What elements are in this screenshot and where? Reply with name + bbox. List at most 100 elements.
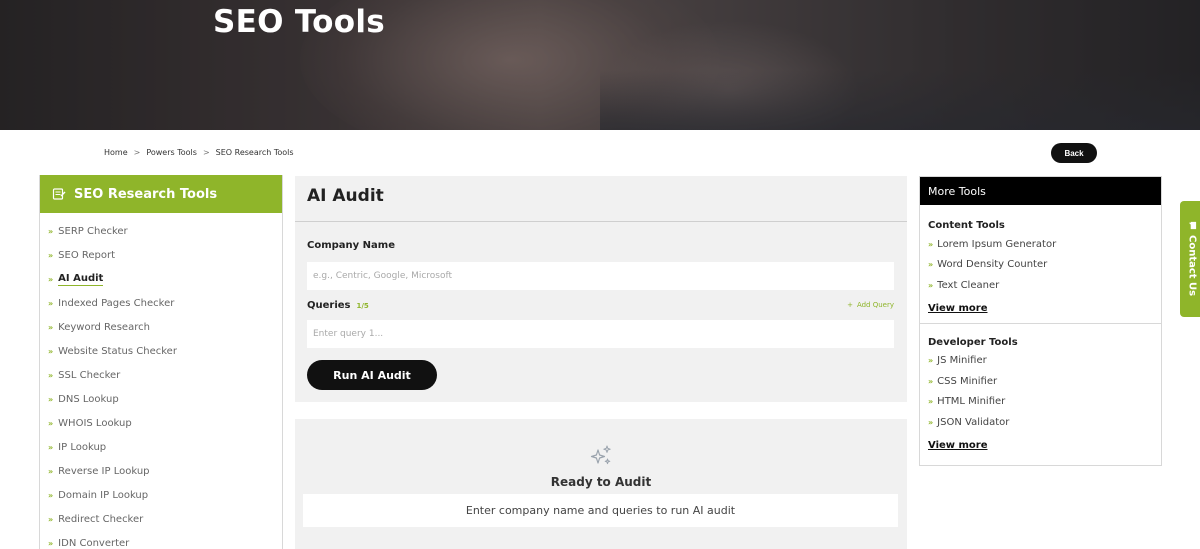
ready-title: Ready to Audit bbox=[550, 475, 652, 489]
sidebar-item-label: AI Audit bbox=[58, 272, 104, 286]
tool-link-label: Text Cleaner bbox=[937, 279, 1000, 291]
chevron-right-icon: » bbox=[928, 356, 934, 366]
view-more-content-tools-link[interactable]: View more bbox=[928, 303, 988, 314]
tool-link-label: JSON Validator bbox=[937, 416, 1010, 428]
sidebar-item-dns-lookup[interactable]: » DNS Lookup bbox=[40, 387, 282, 411]
sidebar-item-label: Website Status Checker bbox=[58, 345, 177, 357]
tool-link-css-minifier[interactable]: » CSS Minifier bbox=[928, 371, 1153, 392]
sidebar-item-ip-lookup[interactable]: » IP Lookup bbox=[40, 435, 282, 459]
tool-link-label: CSS Minifier bbox=[937, 375, 998, 387]
sidebar-item-serp-checker[interactable]: » SERP Checker bbox=[40, 219, 282, 243]
sidebar: SEO Research Tools » SERP Checker » SEO Re… bbox=[39, 175, 283, 549]
chevron-right-icon: » bbox=[928, 376, 934, 386]
sidebar-item-label: IP Lookup bbox=[58, 441, 107, 453]
sidebar-item-indexed-pages-checker[interactable]: » Indexed Pages Checker bbox=[40, 291, 282, 315]
chevron-right-icon: » bbox=[48, 418, 54, 428]
section-divider bbox=[920, 322, 1161, 324]
sidebar-item-label: Domain IP Lookup bbox=[58, 489, 149, 501]
sidebar-item-label: IDN Converter bbox=[58, 537, 130, 549]
breadcrumb-separator: > bbox=[133, 148, 141, 157]
contact-us-tab-content: Contact Us bbox=[1186, 221, 1198, 297]
queries-label-row: Queries 1/5 bbox=[307, 300, 369, 311]
sidebar-item-label: Redirect Checker bbox=[58, 513, 144, 525]
hero-banner: SEO Tools bbox=[0, 0, 1200, 130]
add-query-button[interactable]: + Add Query bbox=[847, 301, 894, 309]
sidebar-item-label: Indexed Pages Checker bbox=[58, 297, 175, 309]
sidebar-item-label: SEO Report bbox=[58, 249, 116, 261]
chevron-right-icon: » bbox=[928, 397, 934, 407]
chevron-right-icon: » bbox=[48, 538, 54, 548]
tool-link-json-validator[interactable]: » JSON Validator bbox=[928, 412, 1153, 433]
plus-icon: + bbox=[847, 301, 853, 309]
chevron-right-icon: » bbox=[48, 250, 54, 260]
contact-us-tab[interactable]: Contact Us bbox=[1180, 201, 1200, 317]
sidebar-item-redirect-checker[interactable]: » Redirect Checker bbox=[40, 507, 282, 531]
section-heading: Content Tools bbox=[928, 220, 1005, 231]
tool-link-html-minifier[interactable]: » HTML Minifier bbox=[928, 392, 1153, 413]
chevron-right-icon: » bbox=[48, 514, 54, 524]
sidebar-item-seo-report[interactable]: » SEO Report bbox=[40, 243, 282, 267]
tool-link-js-minifier[interactable]: » JS Minifier bbox=[928, 351, 1153, 372]
ready-message: Enter company name and queries to run AI… bbox=[303, 494, 898, 527]
tool-title: AI Audit bbox=[307, 186, 384, 206]
sidebar-item-label: DNS Lookup bbox=[58, 393, 119, 405]
tool-link-text-cleaner[interactable]: » Text Cleaner bbox=[928, 275, 1153, 296]
chevron-right-icon: » bbox=[48, 394, 54, 404]
content-tools-section: Content Tools » Lorem Ipsum Generator » Wo… bbox=[920, 220, 1161, 315]
sidebar-item-ssl-checker[interactable]: » SSL Checker bbox=[40, 363, 282, 387]
page-title: SEO Tools bbox=[213, 4, 386, 40]
chevron-right-icon: » bbox=[48, 346, 54, 356]
sidebar-item-whois-lookup[interactable]: » WHOIS Lookup bbox=[40, 411, 282, 435]
sidebar-item-keyword-research[interactable]: » Keyword Research bbox=[40, 315, 282, 339]
chevron-right-icon: » bbox=[48, 490, 54, 500]
report-icon bbox=[52, 187, 66, 201]
ai-audit-form: AI Audit Company Name Queries 1/5 + Add … bbox=[295, 176, 907, 402]
sidebar-item-reverse-ip-lookup[interactable]: » Reverse IP Lookup bbox=[40, 459, 282, 483]
chevron-right-icon: » bbox=[928, 280, 934, 290]
back-button[interactable]: Back bbox=[1051, 143, 1097, 163]
section-heading: Developer Tools bbox=[928, 336, 1018, 348]
sidebar-item-website-status-checker[interactable]: » Website Status Checker bbox=[40, 339, 282, 363]
queries-label: Queries bbox=[307, 300, 351, 311]
sidebar-item-label: Keyword Research bbox=[58, 321, 150, 333]
query-input-1[interactable] bbox=[307, 320, 894, 348]
sidebar-header: SEO Research Tools bbox=[40, 175, 282, 213]
breadcrumb-current: SEO Research Tools bbox=[215, 148, 294, 157]
breadcrumb-powers-tools[interactable]: Powers Tools bbox=[146, 148, 197, 157]
breadcrumb: Home > Powers Tools > SEO Research Tools bbox=[104, 148, 294, 157]
sparkle-icon bbox=[590, 445, 611, 465]
breadcrumb-separator: > bbox=[202, 148, 210, 157]
query-count-badge: 1/5 bbox=[356, 301, 369, 310]
chevron-right-icon: » bbox=[48, 226, 54, 236]
developer-tools-section: Developer Tools » JS Minifier » CSS Minifi… bbox=[920, 337, 1161, 452]
chevron-right-icon: » bbox=[928, 260, 934, 270]
contact-us-label: Contact Us bbox=[1186, 235, 1198, 297]
breadcrumb-home[interactable]: Home bbox=[104, 148, 128, 157]
audit-result-panel: Ready to Audit Enter company name and qu… bbox=[295, 419, 907, 549]
sidebar-item-ai-audit[interactable]: » AI Audit bbox=[40, 267, 282, 291]
sidebar-item-domain-ip-lookup[interactable]: » Domain IP Lookup bbox=[40, 483, 282, 507]
chevron-right-icon: » bbox=[928, 239, 934, 249]
chevron-right-icon: » bbox=[48, 274, 54, 284]
sidebar-item-idn-converter[interactable]: » IDN Converter bbox=[40, 531, 282, 549]
chevron-right-icon: » bbox=[48, 370, 54, 380]
chat-icon bbox=[1188, 222, 1196, 230]
chevron-right-icon: » bbox=[48, 442, 54, 452]
sidebar-title: SEO Research Tools bbox=[74, 186, 218, 202]
tool-link-word-density-counter[interactable]: » Word Density Counter bbox=[928, 255, 1153, 276]
company-name-input[interactable] bbox=[307, 262, 894, 290]
tool-link-label: Lorem Ipsum Generator bbox=[937, 238, 1057, 250]
sidebar-list: » SERP Checker » SEO Report » AI Audit » Ind… bbox=[40, 213, 282, 549]
view-more-developer-tools-link[interactable]: View more bbox=[928, 440, 988, 451]
chevron-right-icon: » bbox=[48, 322, 54, 332]
chevron-right-icon: » bbox=[48, 298, 54, 308]
chevron-right-icon: » bbox=[48, 466, 54, 476]
more-tools-header: More Tools bbox=[920, 177, 1161, 205]
title-divider bbox=[295, 221, 907, 222]
more-tools-panel: More Tools Content Tools » Lorem Ipsum Ge… bbox=[919, 176, 1162, 466]
hero-overlay bbox=[0, 0, 1200, 130]
tool-link-label: HTML Minifier bbox=[937, 396, 1006, 408]
chevron-right-icon: » bbox=[928, 417, 934, 427]
tool-link-lorem-ipsum-generator[interactable]: » Lorem Ipsum Generator bbox=[928, 234, 1153, 255]
run-ai-audit-button[interactable]: Run AI Audit bbox=[307, 360, 437, 390]
